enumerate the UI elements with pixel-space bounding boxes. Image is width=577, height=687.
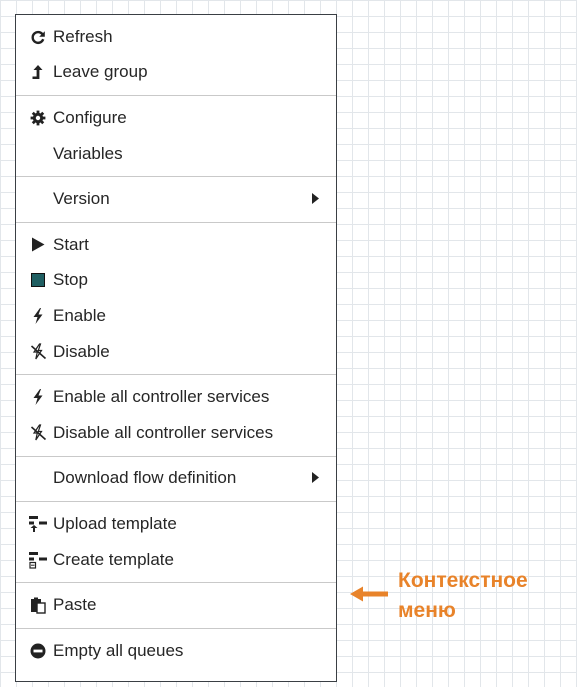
callout-arrow-icon xyxy=(350,586,390,607)
create-template-icon xyxy=(27,550,49,570)
menu-item-label: Create template xyxy=(53,549,174,569)
menu-item-label: Enable xyxy=(53,305,106,325)
menu-item-label: Disable xyxy=(53,341,110,361)
menu-item-empty-all-queues[interactable]: Empty all queues xyxy=(16,633,336,669)
menu-group-services: Enable all controller services Disable a… xyxy=(16,375,336,457)
menu-item-label: Refresh xyxy=(53,26,113,46)
play-icon xyxy=(27,235,49,255)
disabled-bolt-icon xyxy=(27,342,49,362)
menu-group-run: Start Stop Enable Disable xyxy=(16,223,336,376)
menu-item-refresh[interactable]: Refresh xyxy=(16,19,336,55)
menu-item-upload-template[interactable]: Upload template xyxy=(16,506,336,542)
leave-group-icon xyxy=(27,62,49,82)
menu-item-label: Empty all queues xyxy=(53,640,184,660)
menu-group-download: Download flow definition xyxy=(16,457,336,503)
menu-item-label: Version xyxy=(53,189,110,209)
lightning-bolt-icon xyxy=(27,306,49,326)
menu-group-navigation: Refresh Leave group xyxy=(16,15,336,97)
gear-icon xyxy=(27,108,49,128)
menu-item-label: Start xyxy=(53,234,89,254)
menu-item-enable-all-services[interactable]: Enable all controller services xyxy=(16,379,336,415)
upload-template-icon xyxy=(27,514,49,534)
menu-item-start[interactable]: Start xyxy=(16,227,336,263)
menu-group-config: Configure Variables xyxy=(16,96,336,178)
menu-item-disable[interactable]: Disable xyxy=(16,334,336,370)
context-menu-callout: Контекстное меню xyxy=(350,566,528,626)
menu-item-label: Enable all controller services xyxy=(53,387,270,407)
refresh-icon xyxy=(27,27,49,47)
menu-item-stop[interactable]: Stop xyxy=(16,263,336,299)
menu-item-label: Stop xyxy=(53,270,88,290)
menu-item-version[interactable]: Version xyxy=(16,181,336,217)
menu-item-label: Disable all controller services xyxy=(53,422,274,442)
menu-item-download-flow-definition[interactable]: Download flow definition xyxy=(16,461,336,497)
minus-circle-icon xyxy=(27,641,49,661)
callout-text: Контекстное меню xyxy=(398,569,528,622)
submenu-arrow-icon xyxy=(312,189,319,209)
menu-group-templates: Upload template Create template xyxy=(16,502,336,584)
menu-item-configure[interactable]: Configure xyxy=(16,100,336,136)
paste-icon xyxy=(27,595,49,615)
submenu-arrow-icon xyxy=(312,468,319,488)
menu-group-queues: Empty all queues xyxy=(16,629,336,674)
context-menu: Refresh Leave group Configure Variables … xyxy=(15,14,337,682)
menu-item-label: Configure xyxy=(53,107,127,127)
menu-item-label: Upload template xyxy=(53,513,177,533)
menu-group-paste: Paste xyxy=(16,583,336,629)
menu-item-label: Paste xyxy=(53,595,97,615)
menu-item-label: Variables xyxy=(53,143,123,163)
menu-item-label: Leave group xyxy=(53,62,148,82)
disabled-bolt-icon xyxy=(27,423,49,443)
menu-item-label: Download flow definition xyxy=(53,468,237,488)
stop-icon xyxy=(27,270,49,290)
menu-item-create-template[interactable]: Create template xyxy=(16,542,336,578)
lightning-bolt-icon xyxy=(27,387,49,407)
menu-item-disable-all-services[interactable]: Disable all controller services xyxy=(16,415,336,451)
menu-item-paste[interactable]: Paste xyxy=(16,587,336,623)
menu-item-enable[interactable]: Enable xyxy=(16,298,336,334)
menu-group-version: Version xyxy=(16,177,336,223)
menu-item-variables[interactable]: Variables xyxy=(16,136,336,172)
menu-item-leave-group[interactable]: Leave group xyxy=(16,55,336,91)
